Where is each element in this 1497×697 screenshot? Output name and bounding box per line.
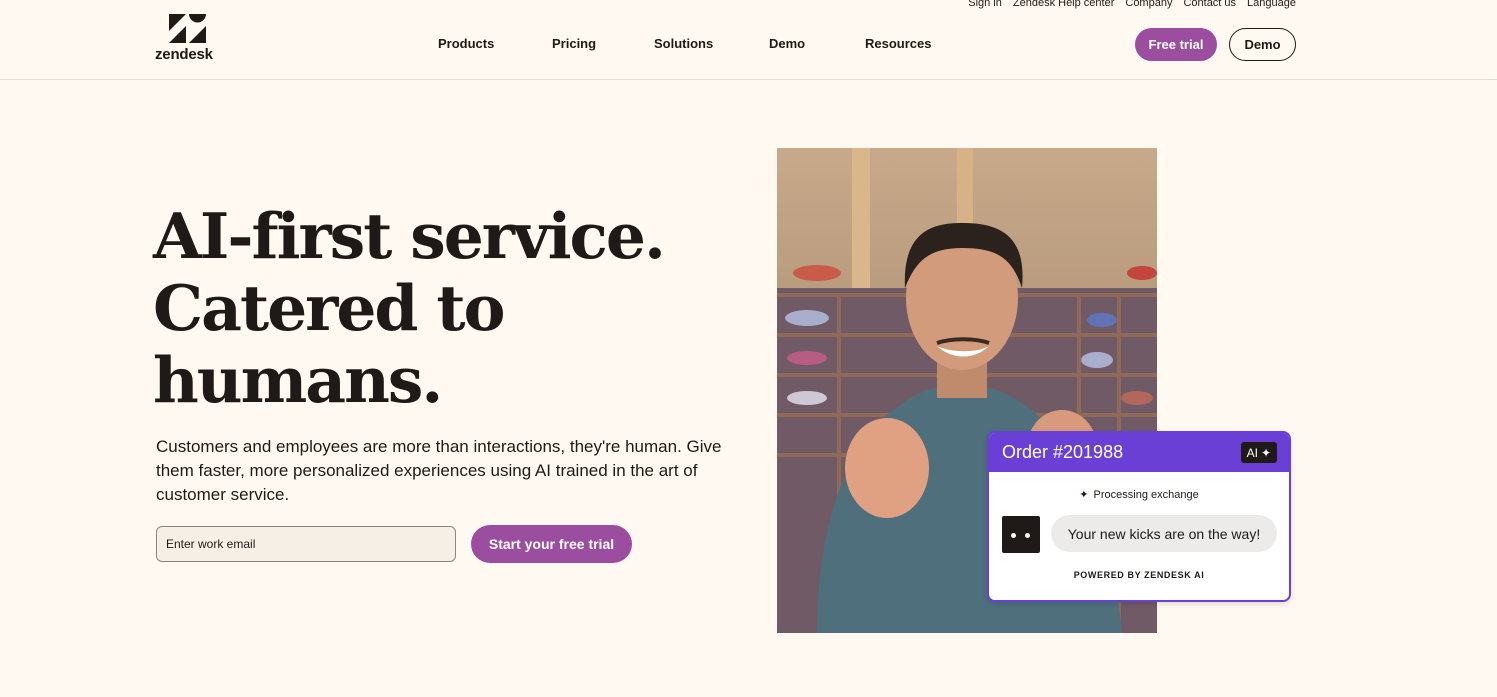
chat-message-bubble: Your new kicks are on the way! (1051, 515, 1277, 552)
sparkle-icon: ✦ (1079, 489, 1089, 501)
start-free-trial-button[interactable]: Start your free trial (471, 525, 632, 563)
sparkle-icon: ✦ (1260, 445, 1271, 460)
free-trial-button[interactable]: Free trial (1135, 28, 1217, 61)
nav-products[interactable]: Products (438, 36, 494, 51)
hero-headline: AI-first service. Catered to humans. (153, 200, 713, 416)
processing-status: ✦ Processing exchange (989, 488, 1289, 502)
demo-button[interactable]: Demo (1229, 28, 1296, 61)
brand-wordmark: zendesk (155, 46, 213, 63)
headline-line-1: AI-first service. (153, 199, 666, 273)
headline-line-3: humans. (153, 343, 443, 417)
ai-badge-label: AI (1246, 445, 1258, 460)
processing-label: Processing exchange (1093, 488, 1199, 501)
zendesk-logo[interactable]: zendesk (155, 14, 221, 63)
zendesk-z-icon (169, 14, 206, 43)
page: Sign in Zendesk Help center Company Cont… (0, 0, 1497, 697)
nav-demo[interactable]: Demo (769, 36, 805, 51)
nav-resources[interactable]: Resources (865, 36, 931, 51)
work-email-input[interactable] (156, 526, 456, 562)
nav-pricing[interactable]: Pricing (552, 36, 596, 51)
ai-badge: AI ✦ (1240, 442, 1277, 463)
powered-by-label: POWERED BY ZENDESK AI (1073, 570, 1205, 580)
bot-avatar (1002, 516, 1040, 553)
order-title: Order #201988 (1002, 442, 1124, 462)
site-header: zendesk Products Pricing Solutions Demo … (0, 0, 1497, 80)
card-header: Order #201988 AI ✦ (989, 433, 1289, 472)
nav-solutions[interactable]: Solutions (654, 36, 713, 51)
hero-subcopy: Customers and employees are more than in… (156, 437, 722, 504)
order-chat-card: Order #201988 AI ✦ ✦ Processing exchange… (987, 431, 1291, 602)
headline-line-2: Catered to (153, 271, 506, 345)
